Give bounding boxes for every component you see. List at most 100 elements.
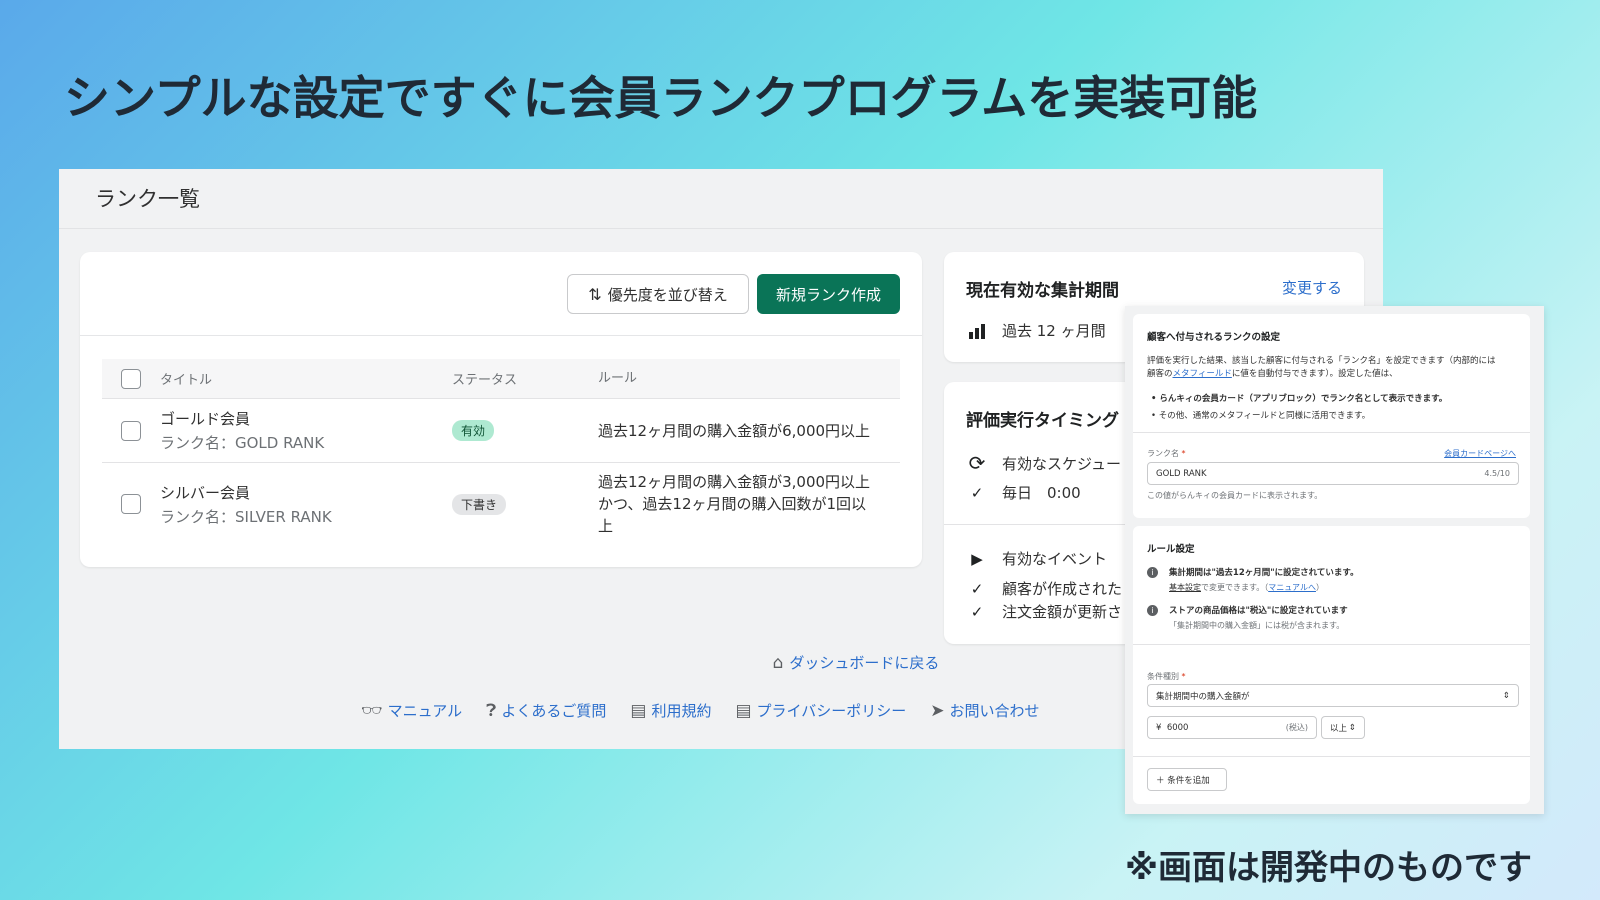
send-icon: ➤: [930, 700, 945, 721]
schedule-value: 毎日 0:00: [1002, 484, 1081, 502]
add-condition-button[interactable]: ＋ 条件を追加: [1147, 768, 1227, 791]
rank-name-value: GOLD RANK: [1156, 468, 1207, 479]
period-value: 過去 12 ヶ月間: [1002, 322, 1106, 340]
row-checkbox[interactable]: [121, 494, 141, 514]
rank-assign-card: 顧客へ付与されるランクの設定 評価を実行した結果、該当した顧客に付与される「ラン…: [1133, 314, 1530, 518]
desc-text: に値を自動付与できます）。設定した値は、: [1231, 369, 1398, 379]
privacy-label: プライバシーポリシー: [756, 702, 907, 720]
page-title: ランク一覧: [59, 169, 1383, 229]
column-rule: ルール: [598, 370, 638, 386]
rank-title[interactable]: ゴールド会員: [160, 408, 452, 429]
select-all-checkbox[interactable]: [121, 368, 141, 389]
desc-text: 顧客の: [1147, 369, 1173, 379]
status-badge: 有効: [452, 420, 495, 441]
event-customer-created: 顧客が作成された: [1002, 580, 1123, 598]
footnote: ※画面は開発中のものです: [1124, 848, 1532, 888]
condition-type-value: 集計期間中の購入金額が: [1156, 691, 1250, 702]
rank-settings-overlay: 顧客へ付与されるランクの設定 評価を実行した結果、該当した顧客に付与される「ラン…: [1125, 306, 1544, 814]
manual-link[interactable]: マニュアルへ: [1268, 583, 1316, 592]
contact-label: お問い合わせ: [949, 702, 1040, 720]
info-icon: i: [1147, 605, 1158, 616]
rank-title[interactable]: シルバー会員: [160, 482, 452, 503]
rank-table: タイトル ステータス ルール ゴールド会員 ランク名：GOLD RANK 有効 …: [102, 359, 900, 545]
condition-type-label: 条件種別: [1147, 672, 1179, 681]
rule-settings-title: ルール設定: [1147, 544, 1195, 555]
rule-settings-card: ルール設定 i 集計期間は"過去12ヶ月間"に設定されています。 基本設定で変更…: [1133, 526, 1530, 804]
sort-priority-button[interactable]: ⇅ 優先度を並び替え: [567, 274, 749, 314]
rank-rule: 過去12ヶ月間の購入金額が3,000円以上 かつ、過去12ヶ月間の購入回数が1回…: [598, 473, 871, 535]
compare-select[interactable]: 以上 ⇕: [1321, 716, 1365, 739]
condition-type-select[interactable]: 集計期間中の購入金額が ⇕: [1147, 684, 1519, 707]
event-order-updated: 注文金額が更新さ: [1002, 603, 1123, 621]
check-icon: ✓: [970, 483, 984, 502]
events-label: 有効なイベント: [1002, 550, 1108, 568]
compare-value: 以上: [1330, 723, 1348, 734]
period-title: 現在有効な集計期間: [966, 281, 1119, 301]
rank-name-help: この値がらんキィの会員カードに表示されます。: [1147, 491, 1323, 500]
faq-link[interactable]: ❓︎ よくあるご質問: [486, 700, 606, 721]
headline: シンプルな設定ですぐに会員ランクプログラムを実装可能: [64, 71, 1258, 125]
question-icon: ❓︎: [486, 700, 497, 721]
info-text: ）: [1315, 583, 1324, 592]
add-condition-label: 条件を追加: [1167, 775, 1210, 786]
schedule-label: 有効なスケジュー: [1002, 454, 1121, 473]
rank-name-label: ランク名: [1147, 449, 1179, 458]
terms-link[interactable]: ▤ 利用規約: [630, 700, 711, 721]
dashboard-link[interactable]: ⌂ ダッシュボードに戻る: [773, 652, 940, 673]
timing-title: 評価実行タイミング: [966, 411, 1119, 431]
tax-info-text: 「集計期間中の購入金額」には税が含まれます。: [1169, 621, 1345, 630]
faq-label: よくあるご質問: [501, 702, 607, 720]
amount-input[interactable]: ¥ 6000 (税込): [1147, 716, 1317, 739]
table-row[interactable]: シルバー会員 ランク名：SILVER RANK 下書き 過去12ヶ月間の購入金額…: [102, 463, 900, 545]
document-icon: ▤: [630, 700, 647, 721]
contact-link[interactable]: ➤ お問い合わせ: [930, 700, 1039, 721]
manual-label: マニュアル: [387, 702, 463, 720]
table-header: タイトル ステータス ルール: [102, 359, 900, 399]
info-icon: i: [1147, 567, 1158, 578]
check-icon: ✓: [970, 579, 984, 598]
bullet-metafield: その他、通常のメタフィールドと同様に活用できます。: [1158, 411, 1371, 421]
table-row[interactable]: ゴールド会員 ランク名：GOLD RANK 有効 過去12ヶ月間の購入金額が6,…: [102, 399, 900, 463]
column-title: タイトル: [160, 373, 213, 388]
check-icon: ✓: [970, 602, 984, 621]
home-icon: ⌂: [772, 652, 784, 673]
rank-subtitle: ランク名：GOLD RANK: [160, 434, 325, 452]
info-text: で変更できます。（: [1201, 583, 1269, 592]
toolbar: ⇅ 優先度を並び替え 新規ランク作成: [80, 252, 922, 336]
dashboard-link-label: ダッシュボードに戻る: [789, 654, 940, 672]
footer-links: 👓︎ マニュアル ❓︎ よくあるご質問 ▤ 利用規約 ▤ プライバシーポリシー ➤ お問い…: [361, 700, 1040, 721]
column-status: ステータス: [452, 373, 518, 388]
play-icon: ▶: [971, 549, 983, 568]
bar-chart-icon: [966, 323, 988, 339]
sort-priority-label: 優先度を並び替え: [607, 285, 728, 304]
amount-value: 6000: [1166, 722, 1189, 733]
manual-link[interactable]: 👓︎ マニュアル: [361, 700, 462, 721]
member-card-page-link[interactable]: 会員カードページへ: [1444, 448, 1516, 459]
select-arrows-icon: ⇕: [1502, 690, 1510, 701]
row-checkbox[interactable]: [121, 420, 141, 441]
rank-name-input[interactable]: GOLD RANK 4.5/10: [1147, 462, 1519, 485]
currency-symbol: ¥: [1156, 722, 1162, 733]
select-arrows-icon: ⇕: [1348, 722, 1356, 733]
char-count: 4.5/10: [1484, 469, 1510, 478]
rank-assign-desc: 評価を実行した結果、該当した顧客に付与される「ランク名」を設定できます（内部的に…: [1147, 356, 1496, 366]
basic-settings-link[interactable]: 基本設定: [1169, 583, 1201, 592]
terms-label: 利用規約: [651, 702, 712, 720]
rank-list-card: ⇅ 優先度を並び替え 新規ランク作成 タイトル ステータス ルール ゴールド会員…: [80, 252, 922, 567]
status-badge: 下書き: [452, 493, 507, 515]
change-period-link[interactable]: 変更する: [1282, 277, 1342, 298]
rank-assign-title: 顧客へ付与されるランクの設定: [1147, 332, 1281, 343]
plus-icon: ＋: [1156, 775, 1165, 786]
metafield-link[interactable]: メタフィールド: [1173, 369, 1232, 379]
repeat-icon: ⟳: [968, 451, 986, 475]
rank-rule: 過去12ヶ月間の購入金額が6,000円以上: [598, 421, 871, 440]
tax-info-title: ストアの商品価格は"税込"に設定されています: [1169, 606, 1348, 616]
rank-subtitle: ランク名：SILVER RANK: [160, 507, 332, 526]
glasses-icon: 👓︎: [361, 700, 383, 721]
bullet-member-card: らんキィの会員カード（アプリブロック）でランク名として表示できます。: [1159, 394, 1448, 404]
new-rank-button[interactable]: 新規ランク作成: [757, 274, 900, 314]
document-icon: ▤: [735, 700, 752, 721]
period-info-title: 集計期間は"過去12ヶ月間"に設定されています。: [1169, 568, 1359, 578]
privacy-link[interactable]: ▤ プライバシーポリシー: [735, 700, 906, 721]
sort-arrows-icon: ⇅: [588, 284, 602, 304]
